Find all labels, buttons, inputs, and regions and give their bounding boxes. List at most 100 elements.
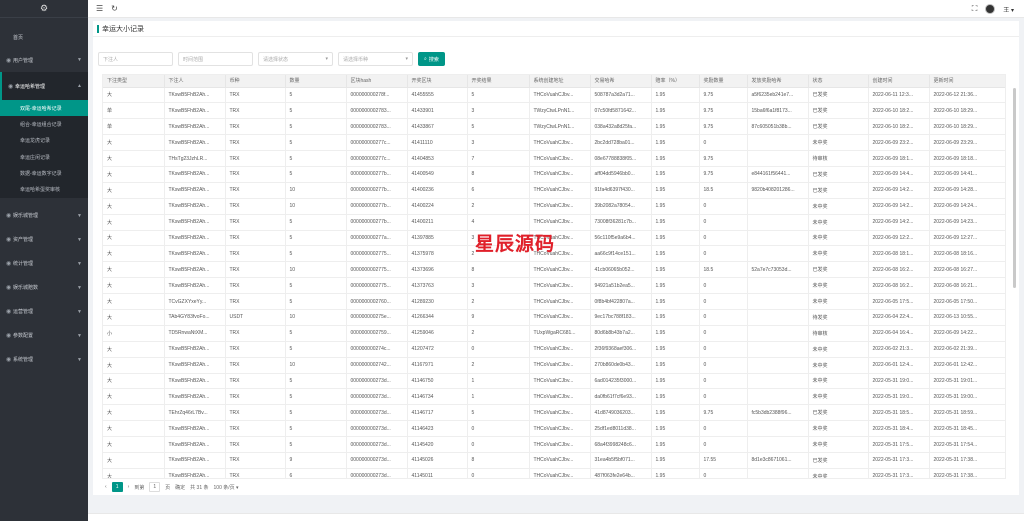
time-range-input[interactable]: 时间范围 xyxy=(178,52,253,66)
table-cell: 0000000002775... xyxy=(346,245,408,263)
search-button[interactable]: ⌕ 搜索 xyxy=(418,52,445,66)
sidebar-subitem[interactable]: 幸运庄闲记录 xyxy=(0,149,88,165)
table-row[interactable]: 大 TKswB5FhB2Ah... TRX 5 000000000277b... 4140… xyxy=(103,166,1005,183)
table-cell: 大 xyxy=(103,261,165,279)
table-row[interactable]: 大 TKswB5FhB2Ah... TRX 5 000000000278f... 4145… xyxy=(103,87,1005,104)
table-row[interactable]: 大 TKswB5FhB2Ah... TRX 10 0000000002775... 413… xyxy=(103,261,1005,279)
sidebar-item-system[interactable]: ◉ 系统管理 ▼ xyxy=(0,348,88,372)
table-row[interactable]: 大 TKswB5FhB2Ah... TRX 5 000000000277c... 4141… xyxy=(103,134,1005,152)
sidebar-item-users[interactable]: ◉ 用户管理 ▼ xyxy=(0,48,88,72)
sidebar-item-assets[interactable]: ◉ 资产管理 ▼ xyxy=(0,228,88,252)
scrollbar[interactable] xyxy=(1013,88,1016,288)
table-cell: 待审核 xyxy=(808,325,869,342)
table-cell: TRX xyxy=(225,468,286,478)
table-cell: 未中奖 xyxy=(808,214,869,231)
user-name[interactable]: 王 ▾ xyxy=(1003,5,1014,14)
sidebar-subitem[interactable]: 组合-幸运组合记录 xyxy=(0,116,88,132)
table-row[interactable]: 大 TKswB5FhB2Ah... TRX 5 000000000277b... 4140… xyxy=(103,214,1005,231)
table-cell: 0000000002783... xyxy=(346,118,408,136)
table-cell: 41cb06065b052... xyxy=(590,261,652,279)
table-cell: 5 xyxy=(285,388,347,406)
table-row[interactable]: 大 TKswB5FhB2Ah... TRX 5 000000000273d... 4114… xyxy=(103,373,1005,390)
table-row[interactable]: 大 THsTg23JzhLR... TRX 5 000000000277c... 4140… xyxy=(103,150,1005,167)
page-size-label: 100 条/页 xyxy=(213,484,235,491)
table-row[interactable]: 大 TKswB5FhB2Ah... TRX 5 0000000002775... 4137… xyxy=(103,277,1005,295)
table-cell: TRX xyxy=(225,261,286,279)
table-row[interactable]: 大 TKswB5FhB2Ah... TRX 5 000000000273d... 4114… xyxy=(103,436,1005,453)
table-cell: 000000000273d... xyxy=(346,452,408,469)
sidebar-item-casino-odds[interactable]: ◉ 娱乐城赔数 ▼ xyxy=(0,276,88,300)
fullscreen-icon[interactable]: ⛶ xyxy=(972,4,978,14)
table-row[interactable]: 大 TKswB5FhB2Ah... TRX 9 000000000273d... 4114… xyxy=(103,452,1005,469)
table-cell: 0 xyxy=(699,214,748,231)
column-header: 开奖结果 xyxy=(467,75,530,88)
table-row[interactable]: 大 TKswB5FhB2Ah... TRX 6 000000000273d... 4114… xyxy=(103,468,1005,478)
table-row[interactable]: 小 TD5RnwaNtXM... TRX 5 0000000002759... 41259… xyxy=(103,325,1005,342)
confirm-button[interactable]: 确定 xyxy=(175,484,185,491)
table-cell: 038a432a8d25fa... xyxy=(590,118,652,136)
sidebar-subitem[interactable]: 幸运哈希蛋奖审核 xyxy=(0,181,88,197)
avatar[interactable] xyxy=(985,4,996,14)
table-row[interactable]: 大 TKswB5FhB2Ah... TRX 10 000000000277b... 414… xyxy=(103,182,1005,199)
table-row[interactable]: 大 TKswB5FhB2Ah... TRX 5 000000000274c... 4120… xyxy=(103,341,1005,358)
table-cell: 2022-06-09 14:23... xyxy=(929,214,1005,231)
sidebar-item-operations[interactable]: ◉ 运营管理 ▼ xyxy=(0,300,88,324)
page-current[interactable]: 1 xyxy=(111,482,123,492)
sidebar-item-lucky-hash[interactable]: ◉ 幸运哈希管理 ▲ xyxy=(0,72,88,100)
table-cell: 未中奖 xyxy=(808,245,869,263)
chevron-down-icon: ▼ xyxy=(77,260,82,267)
table-cell: 0 xyxy=(699,134,748,152)
table-row[interactable]: 大 TEhrZq46rL7Bv... TRX 5 000000000273d... 411… xyxy=(103,404,1005,422)
table-row[interactable]: 大 TKswB5FhB2Ah... TRX 10 0000000002742... 411… xyxy=(103,357,1005,374)
table-cell: 0000000002760... xyxy=(346,293,408,310)
table-cell: 0 xyxy=(699,277,748,295)
table-cell xyxy=(747,357,809,374)
column-header: 开奖区块 xyxy=(407,75,468,88)
table-row[interactable]: 大 TAb4GY83fvoFo... USDT 10 000000000275e... 4… xyxy=(103,309,1005,326)
status-select[interactable]: 请选择状态 xyxy=(258,52,333,66)
table-cell: 91fa4d6397f430... xyxy=(590,182,652,199)
sidebar-item-params[interactable]: ◉ 参数配置 ▼ xyxy=(0,324,88,348)
sidebar-subitem[interactable]: 幸运龙虎记录 xyxy=(0,133,88,149)
table-cell: 0 xyxy=(699,293,748,310)
sidebar-subitem[interactable]: 双尾-幸运哈希记录 xyxy=(0,100,88,117)
table-cell: 41375978 xyxy=(407,245,468,263)
sidebar-item-home[interactable]: 首页 xyxy=(0,18,88,48)
page-number-input[interactable]: 1 xyxy=(149,482,161,492)
table-cell: 5 xyxy=(285,87,347,104)
table-row[interactable]: 大 TKswB5FhB2Ah... TRX 10 000000000277b... 414… xyxy=(103,198,1005,215)
table-row[interactable]: 大 TKswB5FhB2Ah... TRX 5 000000000273d... 4114… xyxy=(103,388,1005,406)
table-cell: 1.95 xyxy=(651,420,700,438)
table-cell: 0 xyxy=(699,341,748,358)
sidebar-item-stats[interactable]: ◉ 统计管理 ▼ xyxy=(0,252,88,276)
table-row[interactable]: 单 TKswB5FhB2Ah... TRX 5 0000000002783... 4143… xyxy=(103,118,1005,136)
sidebar-item-casino[interactable]: ◉ 娱乐城管理 ▼ xyxy=(0,204,88,228)
table-cell: 2022-06-10 18:2... xyxy=(868,118,930,136)
table-cell xyxy=(747,293,809,310)
table-row[interactable]: 单 TKswB5FhB2Ah... TRX 5 0000000002783... 4143… xyxy=(103,102,1005,120)
page-size-select[interactable]: 100 条/页 ▾ xyxy=(214,484,239,491)
chevron-down-icon: ▼ xyxy=(77,236,82,243)
bottom-bar xyxy=(88,513,1024,521)
refresh-icon[interactable]: ↻ xyxy=(111,4,118,13)
table-row[interactable]: 大 TKswB5FhB2Ah... TRX 5 000000000273d... 4114… xyxy=(103,420,1005,438)
table-cell: 1.95 xyxy=(651,404,700,422)
table-cell: 08e67788838f05... xyxy=(590,150,652,167)
next-page-icon[interactable]: › xyxy=(128,484,130,490)
table-cell: 1.95 xyxy=(651,87,700,104)
player-input[interactable]: 下注人 xyxy=(98,52,173,66)
prev-page-icon[interactable]: ‹ xyxy=(105,484,107,490)
sidebar-subitem[interactable]: 数据-幸运数字记录 xyxy=(0,165,88,181)
sidebar-submenu: 双尾-幸运哈希记录 组合-幸运组合记录 幸运龙虎记录 幸运庄闲记录 数据-幸运数… xyxy=(0,100,88,198)
table-cell: THCoVuahCJbv... xyxy=(529,388,591,406)
table-cell: 大 xyxy=(103,182,165,199)
currency-select[interactable]: 请选择币种 xyxy=(338,52,413,66)
table-cell: THCoVuahCJbv... xyxy=(529,373,591,390)
menu-toggle-icon[interactable]: ☰ xyxy=(96,4,103,13)
table-cell: 已发奖 xyxy=(808,166,869,183)
table-row[interactable]: 大 TCvGZXYxeYy... TRX 5 0000000002760... 41289… xyxy=(103,293,1005,310)
user-icon: ◉ xyxy=(6,57,12,64)
table-cell: 2022-06-09 12:27... xyxy=(929,230,1005,247)
table-cell: 2022-06-09 14:22... xyxy=(929,325,1005,342)
table-cell: TRX xyxy=(225,420,286,438)
